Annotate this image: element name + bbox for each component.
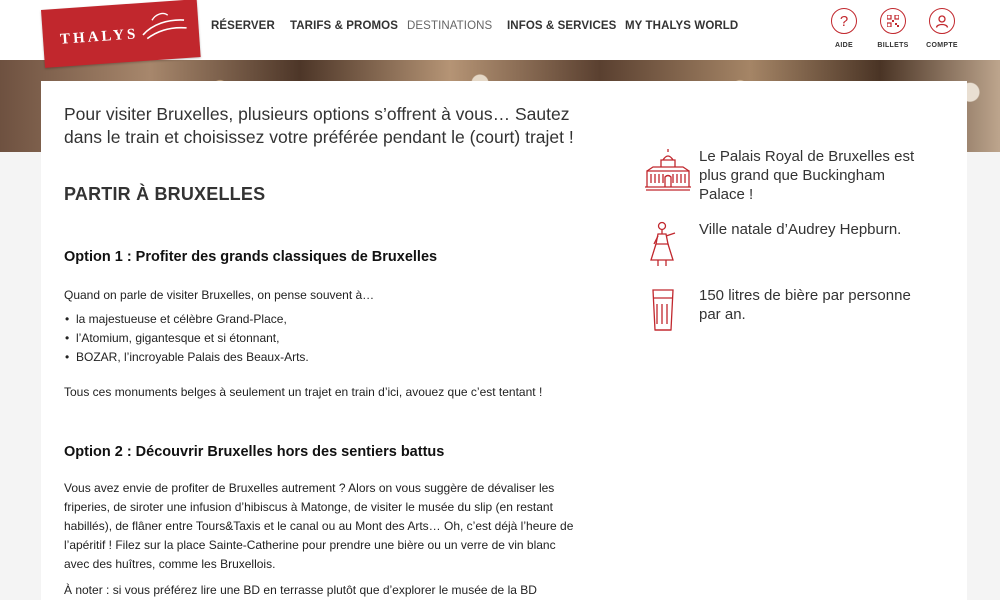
- option1-lead: Quand on parle de visiter Bruxelles, on …: [64, 288, 375, 302]
- option2-title: Option 2 : Découvrir Bruxelles hors des …: [64, 444, 445, 460]
- intro-text: Pour visiter Bruxelles, plusieurs option…: [64, 104, 574, 147]
- logo-text: THALYS: [59, 26, 139, 48]
- fact-text: Le Palais Royal de Bruxelles est plus gr…: [699, 148, 915, 203]
- compte-button[interactable]: COMPTE: [922, 8, 962, 49]
- user-icon: [929, 8, 955, 34]
- palace-icon: [645, 149, 691, 191]
- content-card: Pour visiter Bruxelles, plusieurs option…: [41, 81, 967, 600]
- option2-body: Vous avez envie de profiter de Bruxelles…: [64, 481, 574, 571]
- logo-swoosh-icon: [142, 12, 187, 40]
- compte-label: COMPTE: [926, 42, 958, 49]
- nav-reserver[interactable]: RÉSERVER: [211, 20, 275, 32]
- woman-icon: [650, 221, 676, 266]
- nav-destinations[interactable]: DESTINATIONS: [407, 20, 492, 32]
- list-item: l’Atomium, gigantesque et si étonnant,: [64, 329, 309, 348]
- qr-code-icon: [880, 8, 906, 34]
- option2-note: À noter : si vous préférez lire une BD e…: [64, 583, 537, 597]
- nav-infos-services[interactable]: INFOS & SERVICES: [507, 20, 616, 32]
- list-item: la majestueuse et célèbre Grand-Place,: [64, 310, 309, 329]
- beer-glass-icon: [652, 289, 674, 331]
- option1-list: la majestueuse et célèbre Grand-Place, l…: [64, 310, 309, 367]
- billets-label: BILLETS: [877, 42, 909, 49]
- option1-closing: Tous ces monuments belges à seulement un…: [64, 385, 543, 399]
- section-title: PARTIR À BRUXELLES: [64, 184, 266, 204]
- question-icon: ?: [831, 8, 857, 34]
- nav-my-thalys-world[interactable]: MY THALYS WORLD: [625, 20, 738, 32]
- billets-button[interactable]: BILLETS: [873, 8, 913, 49]
- thalys-logo[interactable]: THALYS: [41, 0, 201, 68]
- aide-button[interactable]: ? AIDE: [824, 8, 864, 49]
- option1-title: Option 1 : Profiter des grands classique…: [64, 249, 438, 265]
- fact-text: Ville natale d’Audrey Hepburn.: [699, 221, 902, 238]
- aide-label: AIDE: [835, 42, 853, 49]
- nav-tarifs-promos[interactable]: TARIFS & PROMOS: [290, 20, 398, 32]
- fact-text: 150 litres de bière par personne par an.: [699, 287, 911, 323]
- list-item: BOZAR, l’incroyable Palais des Beaux-Art…: [64, 348, 309, 367]
